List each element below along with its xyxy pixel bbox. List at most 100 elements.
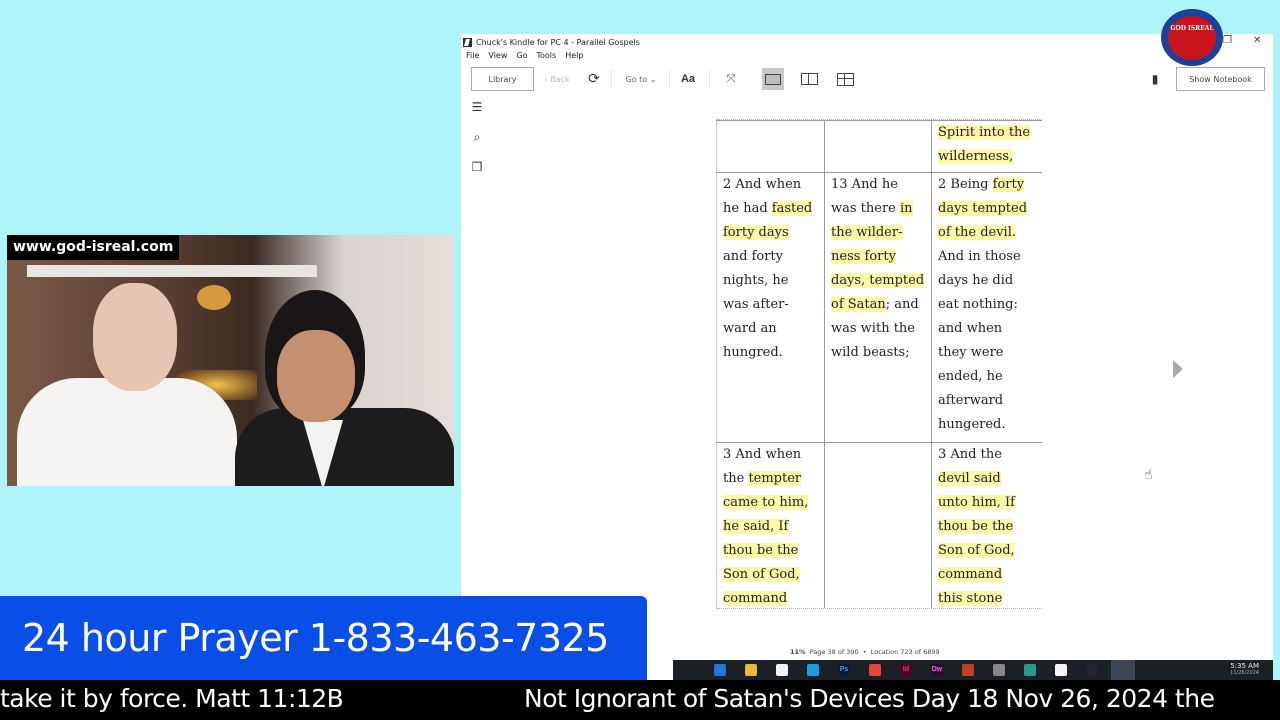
bookmark-icon[interactable]: ▮	[1147, 67, 1163, 91]
highlighted-text[interactable]: days tempted	[938, 201, 1028, 216]
taskbar-chrome-icon[interactable]	[869, 664, 881, 676]
search-icon[interactable]: ⌕	[469, 130, 485, 160]
highlighted-text[interactable]: tempter	[748, 471, 802, 486]
menu-help[interactable]: Help	[565, 51, 583, 63]
taskbar-app-red-icon[interactable]	[962, 664, 974, 676]
highlighted-text[interactable]: thou be the	[723, 543, 799, 558]
highlighted-text[interactable]: unto him, If	[938, 495, 1015, 510]
verse-line: hungered.	[938, 413, 1036, 437]
taskbar-edge-icon[interactable]	[807, 664, 819, 676]
fit-grid-view-button[interactable]	[834, 67, 856, 91]
highlighted-text[interactable]: came to him,	[723, 495, 809, 510]
verse-text[interactable]: hungred.	[723, 345, 783, 360]
verse-line: wild beasts;	[831, 341, 925, 365]
menu-view[interactable]: View	[488, 51, 507, 63]
font-settings-button[interactable]: Aa	[677, 67, 699, 91]
show-notebook-button[interactable]: Show Notebook	[1176, 67, 1265, 91]
verse-text[interactable]: afterward	[938, 393, 1003, 408]
taskbar-file-explorer-icon[interactable]	[745, 664, 757, 676]
fullscreen-icon[interactable]: ⤧	[721, 67, 741, 91]
close-button[interactable]: ✕	[1253, 35, 1261, 46]
library-button[interactable]: Library	[471, 67, 534, 91]
taskbar-dreamweaver-icon[interactable]: Dw	[931, 664, 943, 676]
highlighted-text[interactable]: command	[938, 567, 1003, 582]
highlighted-text[interactable]: this stone	[938, 591, 1003, 606]
menu-tools[interactable]: Tools	[536, 51, 556, 63]
highlighted-text[interactable]: devil said	[938, 471, 1001, 486]
verse-text[interactable]: And in those	[938, 249, 1021, 264]
menu-file[interactable]: File	[466, 51, 479, 63]
verse-text[interactable]: ward an	[723, 321, 777, 336]
single-page-view-button[interactable]	[762, 68, 784, 90]
highlighted-text[interactable]: in	[900, 201, 913, 216]
verse-line: devil said	[938, 467, 1036, 491]
kindle-app-icon	[463, 37, 472, 47]
verse-text[interactable]: was with the	[831, 321, 915, 336]
highlighted-text[interactable]: the wilder-	[831, 225, 903, 240]
verse-text[interactable]: 3 And when	[723, 447, 801, 462]
highlighted-text[interactable]: Son of God,	[723, 567, 800, 582]
verse-text[interactable]: 2 And when	[723, 177, 801, 192]
highlighted-text[interactable]: he said, If	[723, 519, 789, 534]
verse-text[interactable]: was there	[831, 201, 900, 216]
verse-text[interactable]: they were	[938, 345, 1004, 360]
news-ticker: take it by force. Matt 11:12B Not Ignora…	[0, 680, 1280, 720]
verse-text[interactable]: nights, he	[723, 273, 788, 288]
verse-text[interactable]: and forty	[723, 249, 783, 264]
two-page-view-button[interactable]	[798, 67, 820, 91]
system-clock[interactable]: 5:35 AM 11/26/2024	[1230, 662, 1259, 676]
taskbar-app-bird-icon[interactable]	[1024, 664, 1036, 676]
taskbar-indesign-icon[interactable]: Id	[900, 664, 912, 676]
verse-text[interactable]: 3 And the	[938, 447, 1002, 462]
presenter-man	[17, 283, 237, 486]
highlighted-text[interactable]: forty	[992, 177, 1025, 192]
highlighted-text[interactable]: fasted	[771, 201, 813, 216]
highlighted-text[interactable]: of the devil.	[938, 225, 1016, 240]
verse-text[interactable]: the	[723, 471, 748, 486]
verse-text[interactable]: days he did	[938, 273, 1013, 288]
sync-icon[interactable]: ⟳	[585, 67, 603, 91]
verse-text[interactable]: 13 And he	[831, 177, 898, 192]
verse-text[interactable]: ; and	[886, 297, 919, 312]
highlighted-text[interactable]: Spirit into the	[938, 125, 1031, 140]
verse-text[interactable]: was after-	[723, 297, 789, 312]
taskbar-mail-icon[interactable]	[714, 664, 726, 676]
verse-line: days, tempted	[831, 269, 925, 293]
next-page-arrow-icon[interactable]	[1173, 360, 1183, 378]
highlighted-text[interactable]: days, tempted	[831, 273, 925, 288]
verse-text[interactable]: and when	[938, 321, 1002, 336]
highlighted-text[interactable]: of Satan	[831, 297, 886, 312]
start-area[interactable]	[647, 660, 673, 680]
restore-button[interactable]: ❐	[1223, 35, 1232, 46]
taskbar-photoshop-icon[interactable]: Ps	[838, 664, 850, 676]
highlighted-text[interactable]: command	[723, 591, 788, 606]
highlighted-text[interactable]: Son of God,	[938, 543, 1015, 558]
luke-cell: Spirit into the wilderness,	[931, 120, 1042, 173]
goto-dropdown[interactable]: Go to ⌄	[621, 67, 661, 91]
verse-text[interactable]: 2 Being	[938, 177, 993, 192]
verse-line: and when	[938, 317, 1036, 341]
taskbar-task-view-icon[interactable]	[683, 664, 695, 676]
back-button[interactable]: ‹ Back	[542, 67, 572, 91]
table-of-contents-icon[interactable]: ☰	[469, 100, 485, 130]
highlighted-text[interactable]: thou be the	[938, 519, 1014, 534]
verse-text[interactable]: hungered.	[938, 417, 1006, 432]
verse-text[interactable]: ended, he	[938, 369, 1003, 384]
clock-time: 5:35 AM	[1230, 662, 1259, 670]
taskbar-store-icon[interactable]	[776, 664, 788, 676]
menu-go[interactable]: Go	[516, 51, 527, 63]
highlighted-text[interactable]: ness forty	[831, 249, 896, 264]
taskbar-kindle-icon[interactable]	[1111, 660, 1135, 680]
verse-text[interactable]: he had	[723, 201, 772, 216]
flashcards-icon[interactable]: ❐	[469, 160, 485, 190]
taskbar-app-monitor-icon[interactable]	[1086, 664, 1098, 676]
taskbar-app-usb-icon[interactable]	[993, 664, 1005, 676]
verse-text[interactable]: eat nothing:	[938, 297, 1018, 312]
taskbar-capcut-icon[interactable]	[1055, 664, 1067, 676]
highlighted-text[interactable]: forty days	[723, 225, 789, 240]
highlighted-text[interactable]: wilderness,	[938, 149, 1014, 164]
church-logo: GOD ISREAL	[1161, 9, 1223, 66]
verse-line: ness forty	[831, 245, 925, 269]
verse-line: Spirit into the	[938, 121, 1036, 145]
verse-text[interactable]: wild beasts;	[831, 345, 910, 360]
